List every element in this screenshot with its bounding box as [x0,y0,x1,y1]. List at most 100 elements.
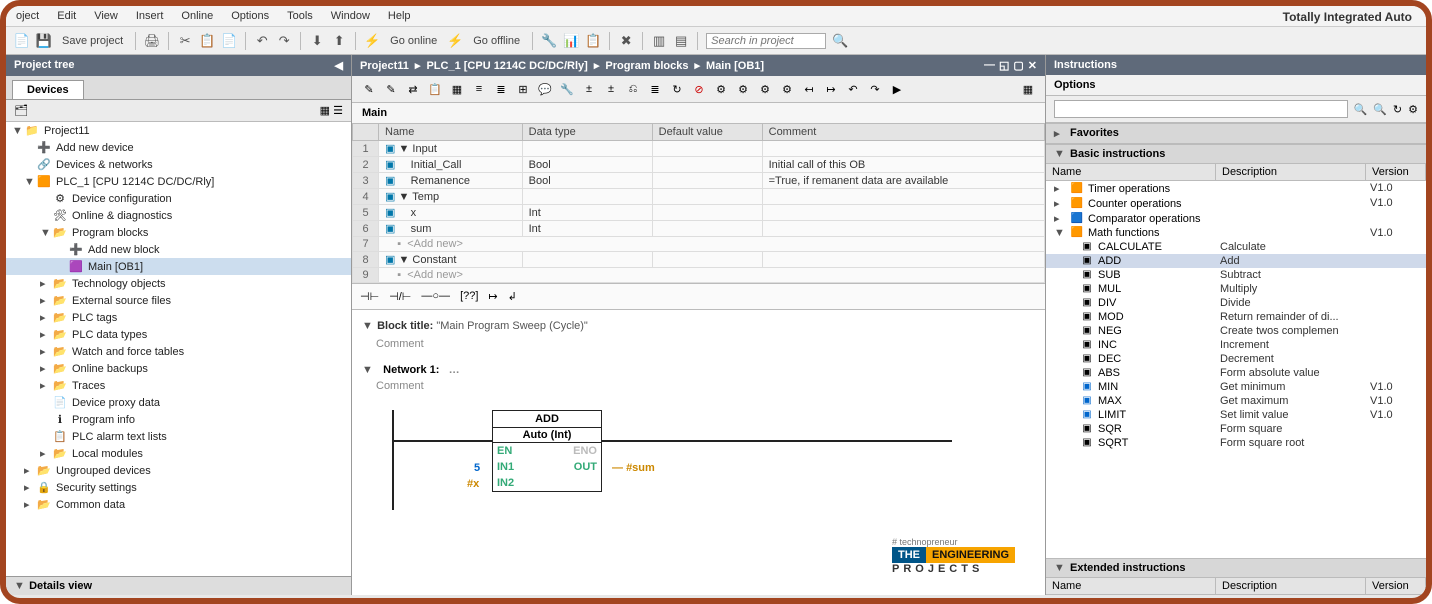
favorites-header[interactable]: ▸Favorites [1046,123,1426,144]
minimize-icon[interactable]: — [984,59,995,72]
tool-icon[interactable]: ↷ [866,80,884,98]
go-offline-icon[interactable]: ⚡ [447,33,463,49]
ladder-network[interactable]: ADD Auto (Int) ENENO IN1OUT IN2 5 #x — #… [392,400,1035,520]
tool-icon[interactable]: ⚙ [734,80,752,98]
tree-item[interactable]: 🟪Main [OB1] [6,258,351,275]
restore-icon[interactable]: ◱ [999,59,1009,72]
menu-item[interactable]: Edit [57,10,76,22]
tab-devices[interactable]: Devices [12,80,84,99]
tree-item[interactable]: ▸📂External source files [6,292,351,309]
search-icon[interactable]: 🔍 [832,33,848,49]
tool-icon[interactable]: ⇄ [404,80,422,98]
tool-icon[interactable]: 📋 [426,80,444,98]
instruction-item[interactable]: ▣ MINGet minimumV1.0 [1046,380,1426,394]
menu-item[interactable]: Online [181,10,213,22]
tool-icon[interactable]: ⊞ [514,80,532,98]
tree-item[interactable]: ▸📂Ungrouped devices [6,462,351,479]
tree-item[interactable]: ▸📂Watch and force tables [6,343,351,360]
tool-icon[interactable]: 📋 [585,33,601,49]
tree-item[interactable]: ▼📁Project11 [6,122,351,139]
menu-item[interactable]: Insert [136,10,164,22]
tool-icon[interactable]: 💬 [536,80,554,98]
tool-icon[interactable]: ⊘ [690,80,708,98]
table-row[interactable]: 2▣ Initial_CallBoolInitial call of this … [353,157,1045,173]
instruction-item[interactable]: ▣ SQRTForm square root [1046,436,1426,450]
paste-icon[interactable]: 📄 [221,33,237,49]
go-offline-button[interactable]: Go offline [469,35,524,47]
basic-instructions-header[interactable]: ▼Basic instructions [1046,144,1426,164]
tool-icon[interactable]: ± [580,80,598,98]
instruction-item[interactable]: ▣ MAXGet maximumV1.0 [1046,394,1426,408]
tree-item[interactable]: ▸🔒Security settings [6,479,351,496]
instruction-group[interactable]: ▸🟧 Counter operationsV1.0 [1046,196,1426,211]
tree-item[interactable]: ➕Add new device [6,139,351,156]
instruction-item[interactable]: ▣ MULMultiply [1046,282,1426,296]
upload-icon[interactable]: ⬆ [331,33,347,49]
instruction-item[interactable]: ▣ INCIncrement [1046,338,1426,352]
variable-table[interactable]: Name Data type Default value Comment 1▣ … [352,123,1045,283]
table-row[interactable]: 8▣ ▼ Constant [353,252,1045,268]
close-icon[interactable]: ✕ [1028,59,1037,72]
go-online-button[interactable]: Go online [386,35,441,47]
instruction-item[interactable]: ▣ MODReturn remainder of di... [1046,310,1426,324]
tree-item[interactable]: ▸📂Local modules [6,445,351,462]
search-icon[interactable]: 🔍 [1354,103,1368,116]
tree-item[interactable]: ▼🟧PLC_1 [CPU 1214C DC/DC/Rly] [6,173,351,190]
tool-icon[interactable]: ▦ [448,80,466,98]
tool-icon[interactable]: ± [602,80,620,98]
tree-item[interactable]: ▸📂PLC tags [6,309,351,326]
save-project-button[interactable]: Save project [58,35,127,47]
list-icon[interactable]: ☰ [333,105,343,117]
save-icon[interactable]: 💾 [36,33,52,49]
menu-item[interactable]: View [94,10,118,22]
tool-icon[interactable]: ⚙ [778,80,796,98]
instruction-item[interactable]: ▣ LIMITSet limit valueV1.0 [1046,408,1426,422]
menu-item[interactable]: Window [331,10,370,22]
tool-icon[interactable]: ⚙ [756,80,774,98]
tree-item[interactable]: 📋PLC alarm text lists [6,428,351,445]
tool-icon[interactable]: ✎ [382,80,400,98]
add-instruction-box[interactable]: ADD Auto (Int) ENENO IN1OUT IN2 [492,410,602,492]
project-tree[interactable]: ▼📁Project11➕Add new device🔗Devices & net… [6,122,351,576]
download-icon[interactable]: ⬇ [309,33,325,49]
branch-icon[interactable]: ↦ [488,290,497,303]
go-online-icon[interactable]: ⚡ [364,33,380,49]
tree-item[interactable]: ▸📂Traces [6,377,351,394]
tool-icon[interactable]: ✎ [360,80,378,98]
settings-icon[interactable]: ⚙ [1408,103,1418,116]
tree-item[interactable]: ➕Add new block [6,241,351,258]
contact-nc-icon[interactable]: ⊣/⊢ [389,290,411,303]
details-view-header[interactable]: ▼ Details view [6,576,351,595]
menu-item[interactable]: Help [388,10,411,22]
tool-icon[interactable]: ↶ [844,80,862,98]
new-icon[interactable]: 📄 [14,33,30,49]
tree-item[interactable]: ▸📂PLC data types [6,326,351,343]
undo-icon[interactable]: ↶ [254,33,270,49]
tree-view-icon[interactable]: 🗂 [14,104,28,117]
instruction-item[interactable]: ▣ SUBSubtract [1046,268,1426,282]
split-icon[interactable]: ▤ [673,33,689,49]
instruction-item[interactable]: ▣ DIVDivide [1046,296,1426,310]
instruction-item[interactable]: ▣ SQRForm square [1046,422,1426,436]
tool-icon[interactable]: ▶ [888,80,906,98]
tree-item[interactable]: ℹProgram info [6,411,351,428]
instruction-item[interactable]: ▣ ADDAdd [1046,254,1426,268]
tool-icon[interactable]: ↻ [668,80,686,98]
table-row[interactable]: 5▣ xInt [353,205,1045,221]
tree-item[interactable]: ▸📂Online backups [6,360,351,377]
instruction-item[interactable]: ▣ CALCULATECalculate [1046,240,1426,254]
tool-icon[interactable]: ↤ [800,80,818,98]
coil-icon[interactable]: —○— [421,290,450,303]
tool-icon[interactable]: ▦ [1019,80,1037,98]
copy-icon[interactable]: 📋 [199,33,215,49]
tool-icon[interactable]: ↦ [822,80,840,98]
block-editor[interactable]: ▼ Block title: "Main Program Sweep (Cycl… [352,310,1045,595]
tree-item[interactable]: 🔗Devices & networks [6,156,351,173]
tool-icon[interactable]: 📊 [563,33,579,49]
tree-item[interactable]: 📄Device proxy data [6,394,351,411]
search-icon[interactable]: 🔍 [1373,103,1387,116]
tree-item[interactable]: 🛠Online & diagnostics [6,207,351,224]
table-row[interactable]: 3▣ RemanenceBool=True, if remanent data … [353,173,1045,189]
instruction-item[interactable]: ▣ ABSForm absolute value [1046,366,1426,380]
tool-icon[interactable]: ≡ [470,80,488,98]
